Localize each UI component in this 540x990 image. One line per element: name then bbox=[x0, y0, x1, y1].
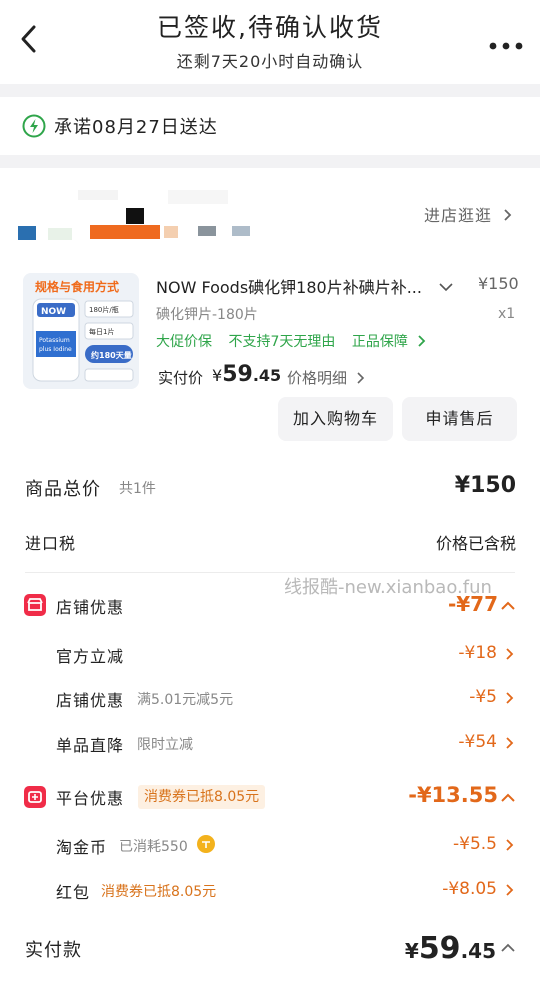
chevron-right-icon[interactable] bbox=[504, 838, 514, 852]
more-icon[interactable] bbox=[488, 36, 524, 50]
chevron-right-icon bbox=[504, 209, 512, 221]
svg-text:NOW: NOW bbox=[41, 307, 66, 317]
platform-discount-label: 平台优惠 bbox=[56, 789, 125, 808]
guarantee-authentic: 正品保障 bbox=[351, 334, 408, 350]
top-bar: 已签收,待确认收货 还剩7天20小时自动确认 bbox=[0, 0, 540, 84]
delivery-promise: 承诺08月27日送达 bbox=[0, 97, 540, 155]
chevron-up-icon[interactable] bbox=[500, 942, 516, 954]
product-price: ¥150 bbox=[478, 274, 519, 293]
taojinbi-value: -¥5.5 bbox=[453, 834, 497, 854]
promise-text: 承诺08月27日送达 bbox=[54, 117, 218, 138]
product-spec: 碘化钾片-180片 bbox=[156, 307, 258, 323]
product-image[interactable]: 规格与食用方式 NOW Potassium plus Iodine 180片/瓶… bbox=[23, 273, 139, 389]
svg-text:每日1片: 每日1片 bbox=[89, 327, 114, 336]
import-tax-label: 进口税 bbox=[25, 534, 77, 553]
official-discount-label: 官方立减 bbox=[56, 647, 125, 666]
item-direct-discount-note: 限时立减 bbox=[137, 737, 193, 753]
product-name[interactable]: NOW Foods碘化钾180片补碘片补... bbox=[156, 274, 426, 298]
auto-confirm-countdown: 还剩7天20小时自动确认 bbox=[176, 52, 364, 71]
item-direct-discount-label: 单品直降 bbox=[56, 736, 125, 755]
chevron-right-icon[interactable] bbox=[504, 736, 514, 750]
item-direct-discount-value: -¥54 bbox=[458, 732, 497, 752]
chevron-right-icon[interactable] bbox=[504, 883, 514, 897]
goods-total-label: 商品总价 bbox=[25, 479, 101, 500]
actual-price: ¥59.45 bbox=[212, 362, 282, 387]
shop-discount-label: 店铺优惠 bbox=[56, 598, 125, 617]
svg-text:规格与食用方式: 规格与食用方式 bbox=[35, 279, 119, 294]
page-title: 已签收,待确认收货 bbox=[157, 13, 383, 42]
chevron-right-icon[interactable] bbox=[504, 647, 514, 661]
red-packet-label: 红包 bbox=[56, 883, 91, 902]
platform-icon bbox=[24, 786, 46, 808]
platform-discount-value: -¥13.55 bbox=[408, 783, 498, 807]
taojinbi-label: 淘金币 bbox=[56, 838, 108, 857]
store-coupon-value: -¥5 bbox=[469, 687, 497, 707]
price-detail-label: 价格明细 bbox=[287, 369, 348, 387]
store-name-blurred[interactable] bbox=[18, 188, 268, 240]
import-tax-value: 价格已含税 bbox=[435, 534, 516, 553]
store-coupon-condition: 满5.01元减5元 bbox=[137, 692, 234, 708]
order-card: 进店逛逛 规格与食用方式 NOW Potassium plus Iodine 1… bbox=[0, 168, 540, 990]
official-discount-value: -¥18 bbox=[458, 643, 497, 663]
svg-text:180片/瓶: 180片/瓶 bbox=[89, 305, 119, 314]
coupon-tag: 消费券已抵8.05元 bbox=[138, 785, 266, 809]
goods-count: 共1件 bbox=[119, 481, 156, 497]
enter-store-link[interactable]: 进店逛逛 bbox=[424, 202, 512, 226]
red-packet-note: 消费券已抵8.05元 bbox=[101, 884, 217, 900]
shop-discount-value: -¥77 bbox=[447, 592, 498, 616]
red-packet-value: -¥8.05 bbox=[442, 879, 497, 899]
guarantee-price-protect: 大促价保 bbox=[156, 334, 212, 350]
guarantee-no-return: 不支持7天无理由 bbox=[228, 334, 336, 350]
actual-price-label: 实付价 bbox=[158, 369, 204, 387]
chevron-up-icon[interactable] bbox=[500, 600, 516, 612]
product-quantity: x1 bbox=[498, 306, 516, 322]
taojinbi-consumed: 已消耗550 bbox=[119, 839, 188, 855]
shop-icon bbox=[24, 594, 46, 616]
service-guarantees[interactable]: 大促价保 不支持7天无理由 正品保障 bbox=[156, 331, 426, 351]
chevron-right-icon bbox=[357, 372, 364, 384]
svg-text:约180天量: 约180天量 bbox=[91, 350, 132, 360]
lightning-icon bbox=[22, 114, 46, 138]
actual-payment-label: 实付款 bbox=[25, 940, 82, 961]
coin-icon bbox=[197, 835, 215, 853]
price-detail-link[interactable]: 价格明细 bbox=[287, 367, 365, 388]
svg-text:Potassium: Potassium bbox=[39, 337, 70, 344]
chevron-down-icon[interactable] bbox=[438, 278, 454, 292]
chevron-right-icon bbox=[418, 335, 426, 347]
svg-text:plus Iodine: plus Iodine bbox=[39, 346, 72, 353]
enter-store-label: 进店逛逛 bbox=[424, 206, 493, 225]
add-to-cart-button[interactable]: 加入购物车 bbox=[278, 397, 393, 441]
actual-payment-value: ¥59.45 bbox=[404, 931, 496, 966]
chevron-right-icon[interactable] bbox=[504, 691, 514, 705]
goods-total-value: ¥150 bbox=[454, 473, 516, 498]
after-sale-button[interactable]: 申请售后 bbox=[402, 397, 517, 441]
chevron-up-icon[interactable] bbox=[500, 792, 516, 804]
store-coupon-label: 店铺优惠 bbox=[56, 691, 125, 710]
